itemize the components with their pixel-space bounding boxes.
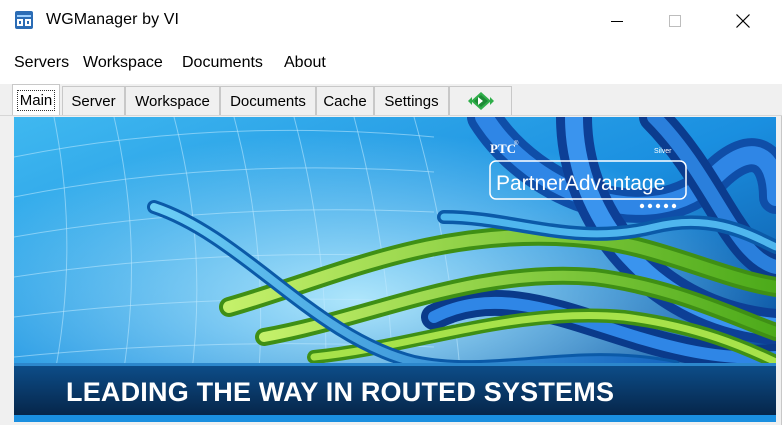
- close-icon: [736, 14, 750, 28]
- maximize-button[interactable]: [652, 0, 698, 42]
- tier-label: Silver: [654, 148, 672, 155]
- menu-bar: Servers Workspace Documents About: [0, 42, 782, 84]
- title-bar[interactable]: WGManager by VI: [0, 0, 782, 42]
- tab-strip-divider: [0, 115, 782, 116]
- tab-documents[interactable]: Documents: [220, 86, 316, 115]
- app-icon: [15, 11, 33, 29]
- tab-workspace[interactable]: Workspace: [125, 86, 220, 115]
- minimize-icon: [611, 21, 623, 22]
- tagline-band-highlight: [14, 363, 776, 366]
- menu-about[interactable]: About: [284, 54, 326, 72]
- banner-artwork: PTC ® Silver PartnerAdvantage LEADING TH…: [14, 117, 776, 422]
- tab-cache-label: Cache: [323, 92, 367, 110]
- green-diamond-arrows-icon: [467, 92, 494, 110]
- app-window: WGManager by VI Servers Workspace Docume…: [0, 0, 782, 425]
- tab-main[interactable]: Main: [12, 84, 60, 115]
- close-button[interactable]: [720, 0, 766, 42]
- banner-bottom-strip: [14, 415, 776, 422]
- menu-workspace[interactable]: Workspace: [83, 54, 163, 72]
- tab-documents-label: Documents: [230, 92, 306, 110]
- ptc-label: PTC: [490, 141, 516, 156]
- splash-banner: PTC ® Silver PartnerAdvantage LEADING TH…: [14, 117, 776, 422]
- banner-tagline: LEADING THE WAY IN ROUTED SYSTEMS: [66, 377, 614, 407]
- tab-cache[interactable]: Cache: [316, 86, 374, 115]
- tab-sync[interactable]: [449, 86, 512, 115]
- menu-documents[interactable]: Documents: [182, 54, 263, 72]
- window-title: WGManager by VI: [46, 11, 180, 28]
- menu-servers[interactable]: Servers: [14, 54, 69, 72]
- tab-settings-label: Settings: [384, 92, 439, 110]
- tab-main-label: Main: [16, 89, 56, 111]
- tab-server-label: Server: [71, 92, 116, 110]
- maximize-icon: [669, 15, 681, 27]
- tab-workspace-label: Workspace: [135, 92, 210, 110]
- partner-logo-text: PartnerAdvantage: [496, 172, 665, 195]
- tab-settings[interactable]: Settings: [374, 86, 449, 115]
- tab-server[interactable]: Server: [62, 86, 125, 115]
- minimize-button[interactable]: [594, 0, 640, 42]
- tab-strip: Main Server Workspace Documents Cache Se…: [0, 84, 782, 116]
- ptc-trademark: ®: [514, 140, 519, 147]
